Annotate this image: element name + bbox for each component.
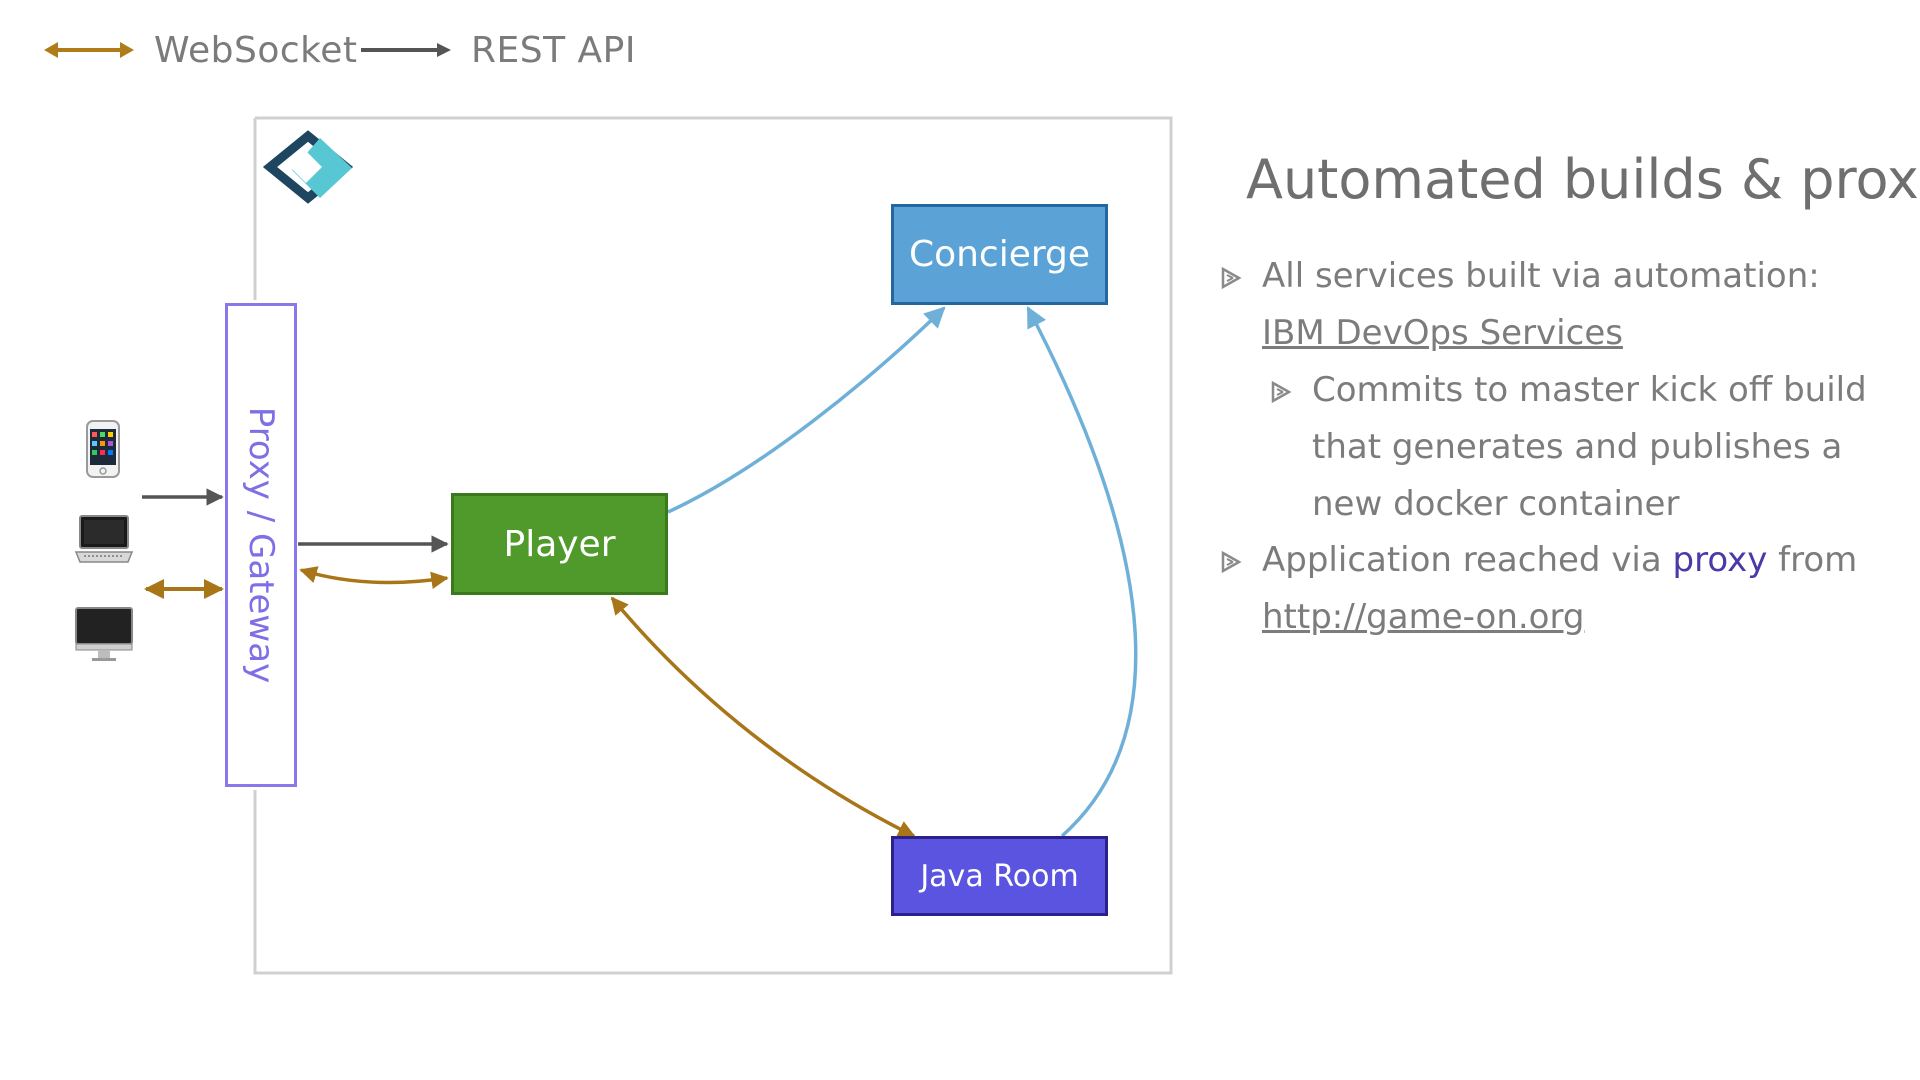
desktop-icon [75,607,133,661]
game-on-logo [262,130,354,204]
connector-javaroom-concierge [1026,306,1138,838]
bullet-3: Application reached via proxy from http:… [1221,532,1862,646]
concierge-box: Concierge [891,204,1108,305]
phone-icon [86,420,120,478]
slide-title: Automated builds & proxy [1246,148,1920,211]
proxy-gateway-label: Proxy / Gateway [241,406,281,684]
bullet-triangle-icon [1221,550,1242,574]
proxy-gateway-box: Proxy / Gateway [225,303,297,787]
bullet-2-text: Commits to master kick off build that ge… [1312,370,1867,524]
connector-player-concierge [667,306,946,514]
architecture-diagram: Proxy / Gateway Concierge Player Java Ro… [0,0,1200,1000]
player-box: Player [451,493,668,595]
bullet-triangle-icon [1221,266,1242,290]
bullet-3-text: Application reached via [1262,540,1673,580]
game-on-link[interactable]: http://game-on.org [1262,597,1584,637]
ibm-devops-link[interactable]: IBM DevOps Services [1262,313,1623,353]
bullet-1: All services built via automation: IBM D… [1221,248,1862,362]
java-room-box: Java Room [891,836,1108,916]
laptop-icon [74,515,134,563]
bullet-3-after: from [1767,540,1858,580]
concierge-label: Concierge [908,234,1091,275]
java-room-label: Java Room [920,858,1079,894]
proxy-highlight: proxy [1672,540,1768,580]
bullet-1-text: All services built via automation: [1262,256,1820,296]
bullet-triangle-icon [1271,380,1292,404]
bullet-2: Commits to master kick off build that ge… [1271,362,1892,533]
connector-player-javaroom [610,596,916,838]
connector-proxy-player-ws [299,566,449,589]
player-label: Player [503,523,616,565]
